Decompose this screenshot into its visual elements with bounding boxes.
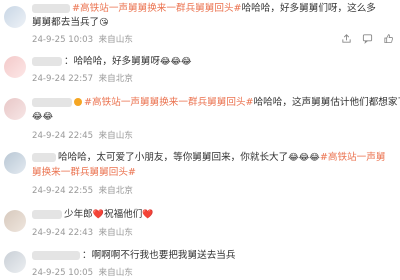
avatar[interactable] (4, 251, 26, 273)
comment-meta: 24-9-24 22:57 来自北京 (32, 72, 133, 84)
comment-meta: 24-9-24 22:43 来自山东 (32, 226, 133, 238)
comment-body: 哈哈哈，这声舅舅估计他们都想家了 (253, 97, 400, 108)
vip-badge-icon (74, 98, 82, 106)
comment-text: 哈哈哈，太可爱了小朋友，等你舅舅回来，你就长大了😂😂😂#高铁站一声舅 (32, 151, 385, 165)
topic-link[interactable]: #高铁站一声舅 (320, 152, 386, 163)
location: 来自北京 (98, 186, 133, 196)
avatar[interactable] (4, 210, 26, 232)
username-blurred[interactable] (32, 250, 80, 260)
heart-emoji-2: ❤️ (142, 210, 154, 220)
comment-text-cont: 舅舅都去当兵了😘 (32, 16, 109, 30)
comment-text: #高铁站一声舅舅换来一群兵舅舅回头#哈哈哈，好多舅舅们呀，这么多 (32, 2, 376, 16)
emoji: 😘 (99, 18, 109, 28)
username-blurred[interactable] (32, 152, 56, 162)
comment-body: ：哈哈哈，好多舅舅呀 (64, 56, 160, 67)
comment-meta: 24-9-25 10:05 来自山东 (32, 266, 133, 278)
emoji: 😂😂 (32, 112, 54, 122)
comment-body-2: 祝福他们 (104, 209, 143, 220)
location: 来自北京 (98, 74, 133, 84)
avatar[interactable] (4, 56, 26, 78)
avatar[interactable] (4, 98, 26, 120)
emoji: 😂😂😂 (159, 57, 192, 67)
comment-meta: 24-9-25 10:03 来自山东 (32, 33, 133, 45)
share-icon[interactable] (341, 33, 352, 44)
comment-text: 少年郎❤️祝福他们❤️ (32, 208, 154, 222)
like-icon[interactable] (383, 33, 394, 44)
comment-text-cont: 😂😂 (32, 110, 53, 124)
location: 来自山东 (98, 268, 133, 278)
emoji: 😂😂😂 (288, 153, 320, 163)
topic-link[interactable]: #高铁站一声舅舅换来一群兵舅舅回头# (72, 3, 242, 14)
timestamp: 24-9-25 10:05 (32, 268, 94, 278)
avatar[interactable] (4, 152, 26, 174)
location: 来自山东 (98, 131, 133, 141)
comment-text-cont: 舅换来一群兵舅舅回头# (32, 166, 136, 180)
comment-body-cont: 舅舅都去当兵了 (32, 17, 100, 28)
comment-body: 少年郎 (64, 209, 93, 220)
timestamp: 24-9-24 22:45 (32, 131, 94, 141)
comment-text: ：哈哈哈，好多舅舅呀😂😂😂 (32, 55, 192, 69)
timestamp: 24-9-24 22:57 (32, 74, 94, 84)
comment-text: #高铁站一声舅舅换来一群兵舅舅回头#哈哈哈，这声舅舅估计他们都想家了 (32, 96, 400, 110)
username-blurred[interactable] (32, 56, 62, 66)
timestamp: 24-9-25 10:03 (32, 35, 94, 45)
comment-body: 哈哈哈，太可爱了小朋友，等你舅舅回来，你就长大了 (58, 152, 289, 163)
comment-icon[interactable] (362, 33, 373, 44)
comment-body: 哈哈哈，好多舅舅们呀，这么多 (241, 3, 376, 14)
comment-text: ：啊啊啊不行我也要把我舅送去当兵 (32, 249, 236, 263)
heart-emoji: ❤️ (92, 210, 104, 220)
username-blurred[interactable] (32, 3, 70, 13)
comment-body: ：啊啊啊不行我也要把我舅送去当兵 (82, 250, 236, 261)
comment-meta: 24-9-24 22:55 来自北京 (32, 184, 133, 196)
comment-actions (341, 33, 394, 44)
timestamp: 24-9-24 22:43 (32, 228, 94, 238)
location: 来自山东 (98, 35, 133, 45)
avatar[interactable] (4, 6, 26, 28)
location: 来自山东 (98, 228, 133, 238)
username-blurred[interactable] (32, 209, 62, 219)
topic-link-cont[interactable]: 舅换来一群兵舅舅回头# (32, 167, 136, 178)
topic-link[interactable]: #高铁站一声舅舅换来一群兵舅舅回头# (84, 97, 254, 108)
timestamp: 24-9-24 22:55 (32, 186, 94, 196)
comment-meta: 24-9-24 22:45 来自山东 (32, 129, 133, 141)
username-blurred[interactable] (32, 97, 72, 107)
